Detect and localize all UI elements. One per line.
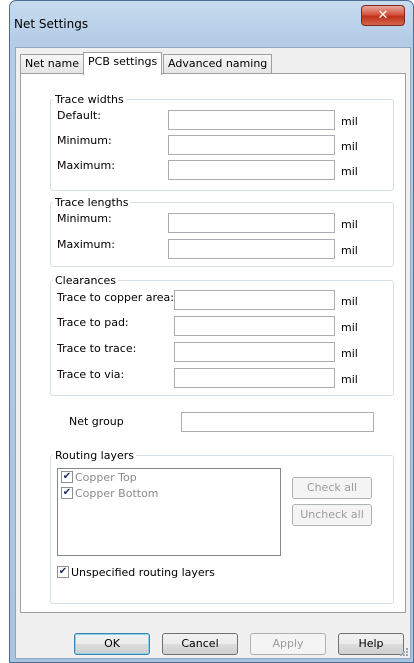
minimum-length-input[interactable] xyxy=(168,213,335,233)
tab-net-name[interactable]: Net name xyxy=(20,54,85,74)
net-group-input[interactable] xyxy=(181,412,374,432)
copper-top-label: Copper Top xyxy=(75,471,137,484)
trace-to-trace-unit: mil xyxy=(341,347,358,360)
pcb-settings-panel: Trace widths Default: mil Minimum: mil M… xyxy=(20,73,406,613)
routing-layers-list[interactable]: ✔ Copper Top ✔ Copper Bottom xyxy=(57,468,281,556)
default-width-input[interactable] xyxy=(168,110,335,130)
trace-to-copper-area-label: Trace to copper area: xyxy=(57,291,174,304)
maximum-length-input[interactable] xyxy=(168,239,335,259)
uncheck-all-button[interactable]: Uncheck all xyxy=(292,504,372,526)
routing-layers-group: Routing layers ✔ Copper Top ✔ Copper Botto… xyxy=(50,449,394,604)
unspecified-routing-layers-label: Unspecified routing layers xyxy=(71,566,215,579)
apply-button[interactable]: Apply xyxy=(250,633,326,655)
maximum-length-label: Maximum: xyxy=(57,238,115,251)
window-title: Net Settings xyxy=(14,17,89,31)
clearances-title: Clearances xyxy=(55,274,117,287)
trace-to-pad-input[interactable] xyxy=(174,316,335,336)
maximum-length-unit: mil xyxy=(341,244,358,257)
trace-lengths-title: Trace lengths xyxy=(55,196,129,209)
trace-to-via-input[interactable] xyxy=(174,368,335,388)
net-settings-window: Net Settings ✕ Net name PCB settings Adv… xyxy=(9,0,414,663)
trace-lengths-group: Trace lengths Minimum: mil Maximum: mil xyxy=(50,196,394,267)
checkbox-checked-icon: ✔ xyxy=(57,566,69,578)
checkbox-checked-icon: ✔ xyxy=(61,471,73,483)
trace-to-via-unit: mil xyxy=(341,373,358,386)
tab-pcb-settings[interactable]: PCB settings xyxy=(83,52,163,75)
dialog-body: Net name PCB settings Advanced naming Tr… xyxy=(15,47,411,659)
list-item-copper-top[interactable]: ✔ Copper Top xyxy=(61,471,137,487)
checkbox-checked-icon: ✔ xyxy=(61,487,73,499)
maximum-width-label: Maximum: xyxy=(57,159,115,172)
maximum-width-unit: mil xyxy=(341,165,358,178)
trace-to-copper-area-input[interactable] xyxy=(174,290,335,310)
copper-bottom-label: Copper Bottom xyxy=(75,487,159,500)
trace-widths-group: Trace widths Default: mil Minimum: mil M… xyxy=(50,93,394,191)
ok-button[interactable]: OK xyxy=(74,633,150,655)
trace-to-copper-area-unit: mil xyxy=(341,295,358,308)
trace-to-pad-label: Trace to pad: xyxy=(57,316,129,329)
maximum-width-input[interactable] xyxy=(168,160,335,180)
check-all-button[interactable]: Check all xyxy=(292,477,372,499)
unspecified-routing-layers-checkbox[interactable]: ✔ Unspecified routing layers xyxy=(57,566,215,579)
close-button[interactable]: ✕ xyxy=(361,5,405,26)
minimum-width-input[interactable] xyxy=(168,135,335,155)
tab-advanced-naming[interactable]: Advanced naming xyxy=(163,54,273,74)
trace-to-via-label: Trace to via: xyxy=(57,368,125,381)
trace-to-pad-unit: mil xyxy=(341,321,358,334)
trace-to-trace-label: Trace to trace: xyxy=(57,342,137,355)
close-icon: ✕ xyxy=(377,8,389,23)
minimum-length-unit: mil xyxy=(341,218,358,231)
trace-to-trace-input[interactable] xyxy=(174,342,335,362)
minimum-length-label: Minimum: xyxy=(57,212,112,225)
default-width-label: Default: xyxy=(57,109,101,122)
minimum-width-label: Minimum: xyxy=(57,134,112,147)
clearances-group: Clearances Trace to copper area: mil Tra… xyxy=(50,274,394,396)
minimum-width-unit: mil xyxy=(341,140,358,153)
routing-layers-title: Routing layers xyxy=(55,449,134,462)
net-group-label: Net group xyxy=(69,415,124,428)
list-item-copper-bottom[interactable]: ✔ Copper Bottom xyxy=(61,487,159,503)
default-width-unit: mil xyxy=(341,115,358,128)
cancel-button[interactable]: Cancel xyxy=(162,633,238,655)
title-bar[interactable]: Net Settings ✕ xyxy=(10,1,413,47)
trace-widths-title: Trace widths xyxy=(55,93,124,106)
help-button[interactable]: Help xyxy=(338,633,404,655)
resize-grip-icon[interactable] xyxy=(398,646,408,656)
